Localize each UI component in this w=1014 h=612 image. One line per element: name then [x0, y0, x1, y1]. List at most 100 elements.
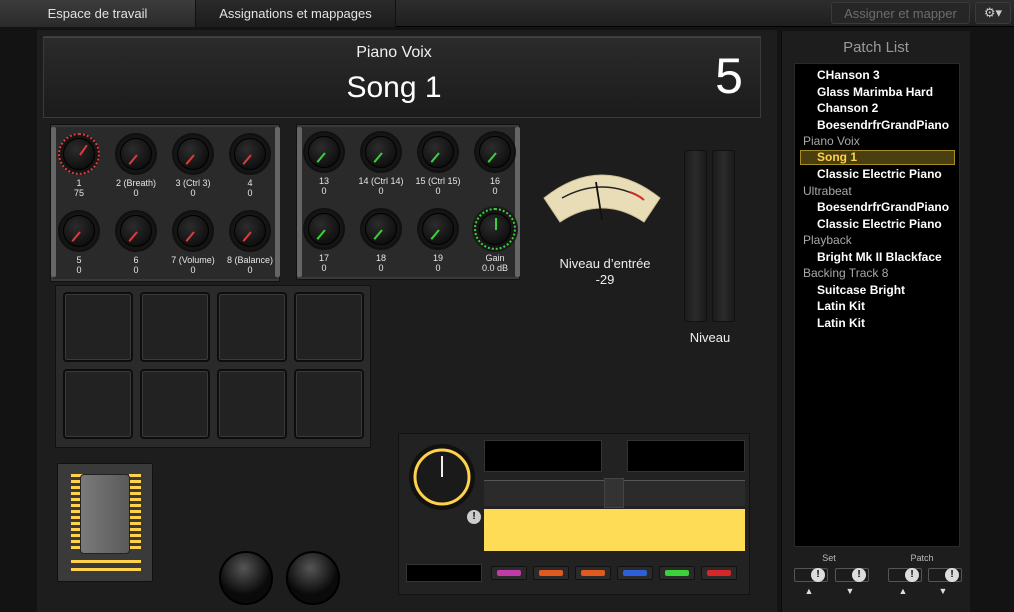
patch-next-warning-icon: !: [945, 568, 959, 582]
level-meter-left: [684, 150, 707, 322]
tab-assignments-mappings[interactable]: Assignations et mappages: [196, 0, 396, 27]
gear-icon: ⚙︎▾: [983, 5, 1003, 20]
patch-list-title: Patch List: [843, 39, 909, 56]
transport-switch[interactable]: [491, 566, 527, 580]
patch-list-song[interactable]: Classic Electric Piano: [795, 166, 959, 182]
display-right: [627, 440, 745, 472]
knob-right-1[interactable]: [303, 131, 345, 173]
patch-list-song[interactable]: BoesendrfrGrandPiano: [795, 199, 959, 215]
switch-light: [581, 570, 605, 576]
set-next-button[interactable]: !: [835, 568, 869, 582]
knob-indicator: [495, 218, 497, 230]
drum-pad[interactable]: [294, 292, 364, 362]
patch-list-song[interactable]: Classic Electric Piano: [795, 216, 959, 232]
patch-list-song[interactable]: Latin Kit: [795, 315, 959, 331]
set-nav-label: Set: [822, 553, 836, 563]
level-meter-right: [712, 150, 735, 322]
knob-right-3[interactable]: [417, 131, 459, 173]
patch-next-button[interactable]: !: [928, 568, 962, 582]
yellow-bar: [484, 509, 745, 551]
fader-handle[interactable]: [80, 474, 130, 554]
patch-list-song[interactable]: Suitcase Bright: [795, 282, 959, 298]
patch-list-set[interactable]: Ultrabeat: [795, 183, 959, 199]
patch-list-set[interactable]: Piano Voix: [795, 133, 959, 149]
knob-left-1[interactable]: [58, 133, 100, 175]
drum-pad[interactable]: [294, 369, 364, 439]
set-prev-button[interactable]: !: [794, 568, 828, 582]
song-name: Song 1: [346, 71, 442, 104]
patch-list-set[interactable]: Backing Track 8: [795, 265, 959, 281]
patch-list-song[interactable]: Chanson 2: [795, 100, 959, 116]
big-knob-left[interactable]: [219, 551, 273, 605]
knob-right-7[interactable]: [417, 208, 459, 250]
fader[interactable]: [57, 463, 153, 582]
fader-tick: [129, 516, 141, 519]
fader-tick: [129, 504, 141, 507]
drum-pad[interactable]: [63, 369, 133, 439]
patch-list-set[interactable]: Playback: [795, 232, 959, 248]
patch-list-song[interactable]: BoesendrfrGrandPiano: [795, 117, 959, 133]
tempo-knob[interactable]: [407, 442, 477, 512]
tab-workspace[interactable]: Espace de travail: [0, 0, 196, 27]
transport-switch[interactable]: [617, 566, 653, 580]
patch-list-song[interactable]: Bright Mk II Blackface: [795, 249, 959, 265]
drum-pad[interactable]: [140, 369, 210, 439]
patch-nav-label: Patch: [910, 553, 934, 563]
patch-list-song[interactable]: Glass Marimba Hard: [795, 84, 959, 100]
knob-left-6[interactable]: [115, 210, 157, 252]
drum-pad[interactable]: [140, 292, 210, 362]
patch-list[interactable]: CHanson 3 Glass Marimba Hard Chanson 2 Boes…: [794, 63, 960, 547]
knob-right-4[interactable]: [474, 131, 516, 173]
set-name: Piano Voix: [356, 44, 432, 61]
input-level-label: Niveau d’entrée: [559, 256, 651, 271]
patch-list-song[interactable]: CHanson 3: [795, 67, 959, 83]
tempo-warning-icon: !: [467, 510, 481, 524]
knob-value: 0: [247, 188, 253, 198]
switch-light: [707, 570, 731, 576]
drum-pad[interactable]: [217, 292, 287, 362]
knob-left-4[interactable]: [229, 133, 271, 175]
switch-light: [539, 570, 563, 576]
input-level-value: -29: [595, 272, 615, 287]
knob-value: 0: [247, 265, 253, 275]
patch-prev-button[interactable]: !: [888, 568, 922, 582]
transport-switch[interactable]: [701, 566, 737, 580]
slider-thumb[interactable]: [604, 478, 624, 508]
fader-tick: [129, 522, 141, 525]
transport-switch[interactable]: [533, 566, 569, 580]
drum-pad[interactable]: [63, 292, 133, 362]
fader-tick: [129, 546, 141, 549]
fader-tick: [129, 480, 141, 483]
patch-list-song[interactable]: Latin Kit: [795, 298, 959, 314]
knob-left-8[interactable]: [229, 210, 271, 252]
down-arrow-icon: ▼: [938, 586, 948, 596]
patch-prev-warning-icon: !: [905, 568, 919, 582]
knob-right-5[interactable]: [303, 208, 345, 250]
switch-light: [497, 570, 521, 576]
knob-left-7[interactable]: [172, 210, 214, 252]
knob-left-3[interactable]: [172, 133, 214, 175]
transport-display: [406, 564, 482, 582]
assign-and-map-button[interactable]: Assigner et mapper: [831, 2, 970, 24]
drum-pad[interactable]: [217, 369, 287, 439]
knob-left-5[interactable]: [58, 210, 100, 252]
knob-label: Gain: [485, 253, 505, 263]
knob-left-2[interactable]: [115, 133, 157, 175]
level-label: Niveau: [689, 330, 731, 345]
fader-base-line: [71, 560, 141, 563]
gear-menu-button[interactable]: ⚙︎▾: [975, 2, 1011, 24]
knob-right-8[interactable]: [474, 208, 516, 250]
knob-right-2[interactable]: [360, 131, 402, 173]
switch-light: [623, 570, 647, 576]
fader-tick: [129, 510, 141, 513]
set-next-warning-icon: !: [852, 568, 866, 582]
big-knob-right[interactable]: [286, 551, 340, 605]
down-arrow-icon: ▼: [845, 586, 855, 596]
transport-switch[interactable]: [659, 566, 695, 580]
knob-right-6[interactable]: [360, 208, 402, 250]
transport-switch[interactable]: [575, 566, 611, 580]
knob-label: 4: [247, 178, 253, 188]
fader-base-line: [71, 568, 141, 571]
patch-list-song[interactable]: Song 1: [800, 149, 955, 165]
up-arrow-icon: ▲: [898, 586, 908, 596]
